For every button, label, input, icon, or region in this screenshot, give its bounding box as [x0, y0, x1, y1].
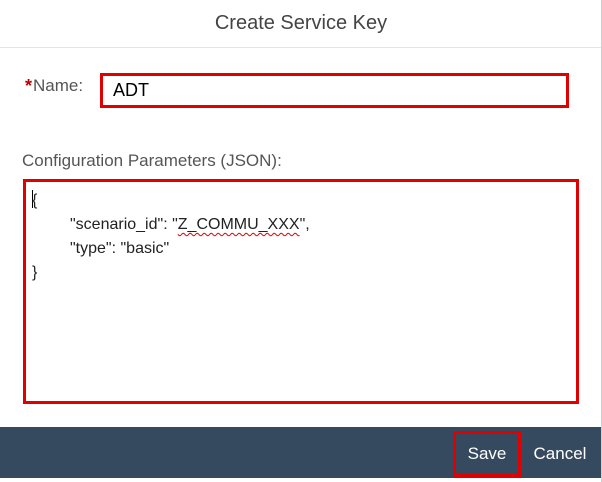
json-line-open: {	[32, 190, 38, 209]
json-line-scenario: "scenario_id": "Z_COMMU_XXX",	[70, 216, 310, 233]
name-label-row: * Name:	[25, 76, 83, 96]
save-button[interactable]: Save	[453, 431, 521, 477]
config-parameters-textarea[interactable]: { "scenario_id": "Z_COMMU_XXX", "type": "b…	[23, 179, 579, 404]
dialog-header: Create Service Key	[0, 0, 602, 48]
create-service-key-dialog: Create Service Key * Name: Configuration…	[0, 0, 602, 482]
name-input[interactable]	[100, 73, 569, 108]
name-label: Name:	[33, 76, 84, 95]
json-line-close: }	[32, 264, 38, 281]
json-line-type: "type": "basic"	[70, 240, 170, 257]
dialog-bottom-edge	[0, 478, 602, 482]
cancel-button[interactable]: Cancel	[528, 431, 592, 477]
dialog-title: Create Service Key	[214, 12, 388, 34]
config-parameters-label: Configuration Parameters (JSON):	[22, 151, 282, 170]
spellcheck-underline: Z_COMMU_XXX	[177, 216, 300, 233]
required-indicator: *	[25, 76, 33, 96]
